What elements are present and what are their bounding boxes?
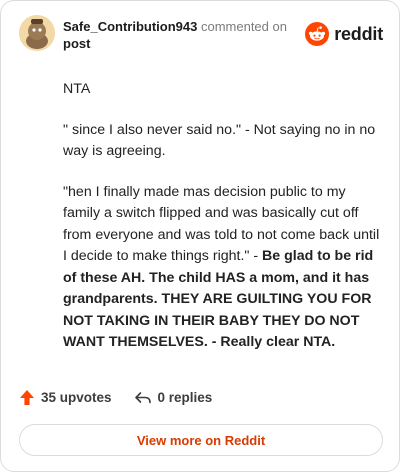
comment-action-label: commented on xyxy=(197,19,287,34)
view-more-button[interactable]: View more on Reddit xyxy=(19,424,383,456)
comment-paragraph: " since I also never said no." - Not say… xyxy=(63,121,376,160)
reply-arrow-icon xyxy=(134,391,151,403)
comment-body: NTA " since I also never said no." - Not… xyxy=(63,79,381,373)
comment-header: Safe_Contribution943 commented on post xyxy=(63,18,303,52)
comment-footer: 35 upvotes 0 replies xyxy=(19,389,212,406)
snoo-avatar-icon xyxy=(19,15,55,51)
reddit-logo-icon xyxy=(305,22,330,46)
replies-button[interactable]: 0 replies xyxy=(134,390,213,406)
comment-paragraph: NTA xyxy=(63,81,91,97)
comment-paragraph: "hen I finally made mas decision public … xyxy=(63,183,380,351)
brand-name: reddit xyxy=(334,23,383,44)
author-name[interactable]: Safe_Contribution943 xyxy=(63,19,197,34)
post-link[interactable]: post xyxy=(63,35,303,52)
reddit-logo[interactable]: reddit xyxy=(305,22,383,46)
upvote-button[interactable]: 35 upvotes xyxy=(19,389,112,406)
comment-embed-card: Safe_Contribution943 commented on post r… xyxy=(0,0,400,472)
avatar[interactable] xyxy=(19,15,55,51)
reply-count: 0 replies xyxy=(157,390,213,405)
upvote-arrow-icon xyxy=(20,390,34,405)
upvote-count: 35 upvotes xyxy=(41,390,112,405)
